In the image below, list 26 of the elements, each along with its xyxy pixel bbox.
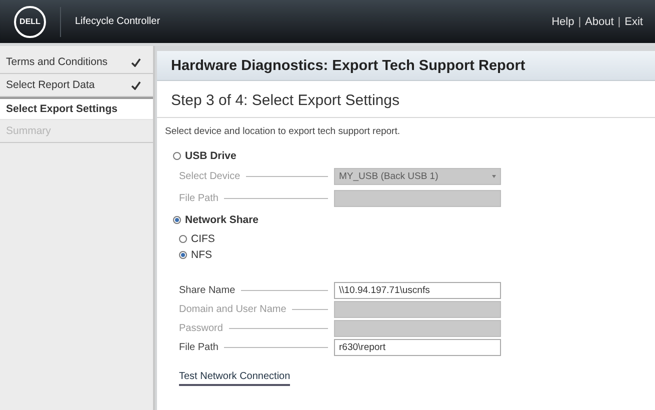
- description: Select device and location to export tech support report.: [164, 125, 401, 139]
- radio-option[interactable]: CIFS: [179, 231, 215, 247]
- test-connection-link[interactable]: Test Network Connection: [179, 371, 290, 386]
- radio-option[interactable]: Network Share: [173, 209, 259, 231]
- input-field[interactable]: r630\report: [334, 339, 501, 356]
- field-label: Select Device: [179, 170, 240, 182]
- step-heading: Step 3 of 4: Select Export Settings: [157, 81, 655, 118]
- header-link[interactable]: Help: [552, 16, 574, 28]
- field-label: Domain and User Name: [179, 304, 286, 315]
- field-label: Share Name: [179, 285, 236, 296]
- radio-option[interactable]: USB Drive: [173, 147, 236, 165]
- sidebar-item[interactable]: Terms and Conditions: [0, 51, 153, 74]
- field-label: File Path: [179, 342, 218, 353]
- radio-option[interactable]: NFS: [179, 247, 212, 263]
- field-label: Password: [179, 323, 223, 334]
- panel-title: Hardware Diagnostics: Export Tech Support Report: [157, 51, 655, 81]
- product-name: Lifecycle Controller: [75, 16, 160, 27]
- separator: |: [618, 16, 621, 28]
- separator: |: [578, 16, 582, 28]
- input-field[interactable]: \\10.94.197.71\uscnfs: [334, 282, 501, 299]
- header-link[interactable]: About: [585, 16, 614, 28]
- sidebar-item[interactable]: Select Export Settings: [0, 97, 153, 120]
- caret-icon: [492, 174, 496, 178]
- field-label: File Path: [179, 192, 218, 204]
- logo: DELL: [14, 6, 46, 38]
- header-link[interactable]: Exit: [624, 16, 643, 28]
